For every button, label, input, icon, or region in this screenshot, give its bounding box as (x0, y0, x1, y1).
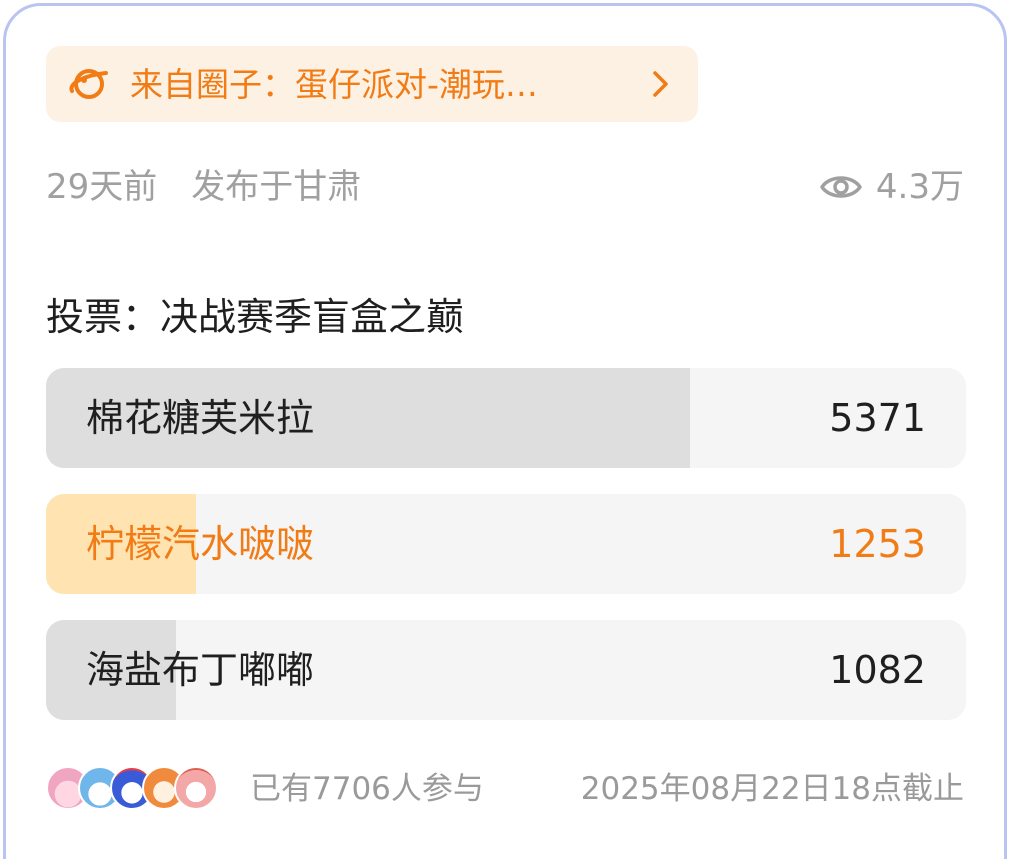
poll-option-2[interactable]: 柠檬汽水啵啵 1253 (46, 494, 966, 594)
poll-option-label: 棉花糖芙米拉 (86, 396, 315, 440)
poll-option-label: 柠檬汽水啵啵 (86, 522, 315, 566)
post-location: 发布于甘肃 (191, 167, 362, 207)
participant-avatars[interactable] (46, 766, 226, 812)
poll-option-count: 1082 (829, 648, 926, 692)
poll-option-1[interactable]: 棉花糖芙米拉 5371 (46, 368, 966, 468)
chevron-right-icon[interactable] (644, 68, 676, 100)
circle-source-text: 来自圈子：蛋仔派对-潮玩… (130, 64, 538, 104)
eye-icon (820, 176, 862, 198)
poll-deadline: 2025年08月22日18点截止 (580, 771, 964, 807)
poll-option-label: 海盐布丁嘟嘟 (86, 648, 315, 692)
poll-option-3[interactable]: 海盐布丁嘟嘟 1082 (46, 620, 966, 720)
view-count-value: 4.3万 (875, 167, 964, 207)
poll-title: 投票：决战赛季盲盒之巅 (46, 295, 465, 339)
post-card: 来自圈子：蛋仔派对-潮玩… 29天前 发布于甘肃 4.3万 投票：决战赛季盲盒之巅… (0, 0, 1012, 859)
poll-option-count: 5371 (829, 396, 926, 440)
circle-source-banner[interactable]: 来自圈子：蛋仔派对-潮玩… (46, 46, 698, 122)
post-meta: 29天前 发布于甘肃 (46, 164, 361, 210)
post-time: 29天前 (46, 167, 158, 207)
avatar (174, 766, 218, 810)
poll-option-count: 1253 (829, 522, 926, 566)
participant-count: 已有7706人参与 (250, 771, 484, 807)
planet-icon (69, 69, 108, 99)
view-count: 4.3万 (820, 164, 964, 210)
